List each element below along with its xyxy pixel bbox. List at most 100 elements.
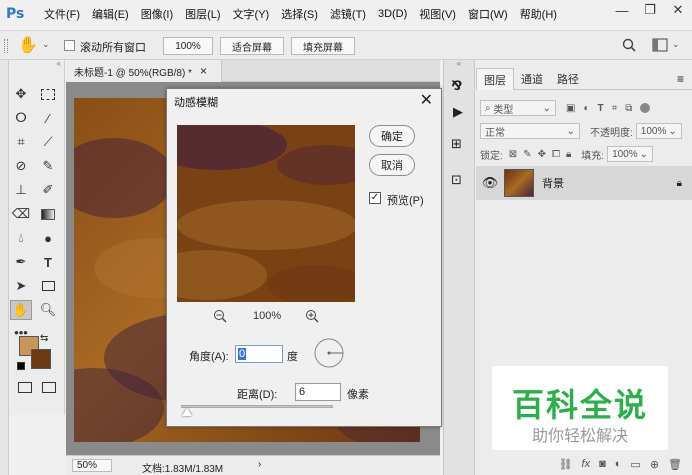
search-icon[interactable] <box>622 38 636 52</box>
filter-toggle-icon[interactable] <box>640 103 651 113</box>
lock-artboard-icon[interactable]: ⧠ <box>552 149 560 160</box>
document-tab-close-icon[interactable]: × <box>200 64 207 78</box>
fill-screen-button[interactable]: 填充屏幕 <box>291 37 355 55</box>
toolbox-collapse-icon[interactable]: « <box>9 60 65 68</box>
fit-screen-button[interactable]: 适合屏幕 <box>220 37 284 55</box>
eyedropper-tool-icon[interactable]: ⟋ <box>37 132 59 152</box>
properties-panel-icon[interactable]: ⊞ <box>451 136 462 152</box>
blend-mode-select[interactable]: 正常 ⌄ <box>480 123 580 139</box>
add-mask-icon[interactable]: ◙ <box>599 458 606 470</box>
marquee-tool-icon[interactable] <box>37 84 59 104</box>
history-panel-icon[interactable]: ⅋ <box>451 78 462 94</box>
panel-menu-icon[interactable]: ≡ <box>677 68 692 89</box>
lock-transparent-icon[interactable]: ⊠ <box>509 149 517 160</box>
status-arrow-icon[interactable]: › <box>258 459 261 470</box>
grip-handle[interactable] <box>4 39 8 53</box>
distance-slider-thumb[interactable] <box>182 408 193 416</box>
adjustments-panel-icon[interactable]: ⊡ <box>451 172 462 188</box>
preview-checkbox[interactable]: ✓ <box>369 192 381 204</box>
hand-tool-active-icon[interactable]: ✋ <box>10 300 32 320</box>
screen-mode-icon[interactable] <box>42 382 56 393</box>
lock-pixels-icon[interactable]: ✎ <box>523 149 531 160</box>
zoom-tool-icon[interactable]: 🔍︎ <box>37 300 59 320</box>
hand-tool-icon[interactable]: ✋ <box>18 35 38 55</box>
close-window-button[interactable]: ✕ <box>664 0 692 20</box>
quick-mask-icon[interactable] <box>18 382 32 393</box>
default-colors-icon[interactable] <box>17 362 25 370</box>
actions-play-icon[interactable]: ▶ <box>453 104 463 120</box>
status-zoom-field[interactable]: 50% <box>72 459 112 472</box>
menu-layer[interactable]: 图层(L) <box>185 6 220 22</box>
document-tab[interactable]: 未标题-1 @ 50%(RGB/8) * × <box>66 60 222 82</box>
adjustment-layer-icon[interactable]: ◐ <box>615 458 622 470</box>
menu-3d[interactable]: 3D(D) <box>378 8 407 20</box>
kind-filter-select[interactable]: ⌕ 类型 ⌄ <box>480 100 556 116</box>
history-brush-tool-icon[interactable]: ✐ <box>37 180 59 200</box>
path-selection-tool-icon[interactable]: ➤ <box>10 276 32 296</box>
minimize-button[interactable]: — <box>608 0 636 20</box>
filter-pixel-icon[interactable]: ▣ <box>566 103 575 114</box>
layer-name[interactable]: 背景 <box>542 175 564 191</box>
delete-layer-icon[interactable]: 🗑︎ <box>668 458 682 471</box>
filter-smart-object-icon[interactable]: ⧉ <box>625 103 632 114</box>
magic-wand-tool-icon[interactable]: ⁄ <box>37 108 59 128</box>
new-group-icon[interactable]: ▭ <box>630 458 640 471</box>
type-tool-icon[interactable]: T <box>37 252 59 272</box>
distance-input[interactable]: 6 <box>295 383 341 401</box>
menu-type[interactable]: 文字(Y) <box>233 6 270 22</box>
crop-tool-icon[interactable]: ⌗ <box>10 132 32 152</box>
swap-colors-icon[interactable]: ⇆ <box>40 333 48 344</box>
panel-collapse-icon[interactable]: « <box>444 60 474 68</box>
menu-view[interactable]: 视图(V) <box>419 6 456 22</box>
menu-file[interactable]: 文件(F) <box>44 6 80 22</box>
menu-window[interactable]: 窗口(W) <box>468 6 508 22</box>
restore-button[interactable]: ❐ <box>636 0 664 20</box>
brush-tool-icon[interactable]: ✎ <box>37 156 59 176</box>
menu-filter[interactable]: 滤镜(T) <box>330 6 366 22</box>
tab-paths[interactable]: 路径 <box>550 68 586 90</box>
filter-preview[interactable] <box>177 125 355 302</box>
rectangle-tool-icon[interactable] <box>37 276 59 296</box>
cancel-button[interactable]: 取消 <box>369 154 415 176</box>
tab-layers[interactable]: 图层 <box>476 68 514 90</box>
filter-type-icon[interactable]: T <box>598 103 604 114</box>
background-color-swatch[interactable] <box>31 349 51 369</box>
menu-select[interactable]: 选择(S) <box>281 6 318 22</box>
healing-brush-tool-icon[interactable]: ⊘ <box>10 156 32 176</box>
eraser-tool-icon[interactable]: ⌫ <box>10 204 32 224</box>
move-tool-icon[interactable]: ✥ <box>10 84 32 104</box>
opacity-field[interactable]: 100% ⌄ <box>635 123 682 139</box>
menu-help[interactable]: 帮助(H) <box>520 6 557 22</box>
workspace-chevron-icon[interactable]: ⌄ <box>672 39 680 50</box>
zoom-100-button[interactable]: 100% <box>163 37 213 55</box>
ok-button[interactable]: 确定 <box>369 125 415 147</box>
blur-tool-icon[interactable]: 💧︎ <box>10 228 32 248</box>
menu-image[interactable]: 图像(I) <box>141 6 173 22</box>
link-layers-icon[interactable]: ⛓ <box>559 458 573 471</box>
fill-field[interactable]: 100% ⌄ <box>607 146 654 162</box>
angle-dial[interactable] <box>313 337 345 369</box>
fx-icon[interactable]: fx <box>582 458 591 470</box>
gradient-tool-icon[interactable] <box>37 204 59 224</box>
visibility-eye-icon[interactable]: 👁︎ <box>476 175 504 191</box>
dodge-tool-icon[interactable]: ● <box>37 228 59 248</box>
tab-channels[interactable]: 通道 <box>514 68 550 90</box>
stamp-tool-icon[interactable]: ⊥ <box>10 180 32 200</box>
scroll-all-checkbox[interactable] <box>64 40 75 51</box>
menu-edit[interactable]: 编辑(E) <box>92 6 129 22</box>
lasso-tool-icon[interactable]: ⵔ <box>10 108 32 128</box>
new-layer-icon[interactable]: ⊕ <box>650 458 659 471</box>
filter-adjustment-icon[interactable]: ◐ <box>583 103 589 114</box>
zoom-in-icon[interactable] <box>305 309 319 323</box>
workspace-icon[interactable] <box>652 38 668 52</box>
layer-row[interactable]: 👁︎ 背景 🔒︎ <box>476 166 692 200</box>
lock-all-icon[interactable]: 🔒︎ <box>566 149 571 160</box>
zoom-out-icon[interactable] <box>213 309 227 323</box>
distance-slider-track[interactable] <box>181 405 333 408</box>
lock-position-icon[interactable]: ✥ <box>538 149 546 160</box>
dialog-close-icon[interactable]: ✕ <box>420 90 433 110</box>
filter-shape-icon[interactable]: ⌗ <box>612 103 618 114</box>
pen-tool-icon[interactable]: ✒ <box>10 252 32 272</box>
chevron-down-icon[interactable]: ⌄ <box>42 39 50 50</box>
angle-input[interactable]: 0 <box>235 345 283 363</box>
